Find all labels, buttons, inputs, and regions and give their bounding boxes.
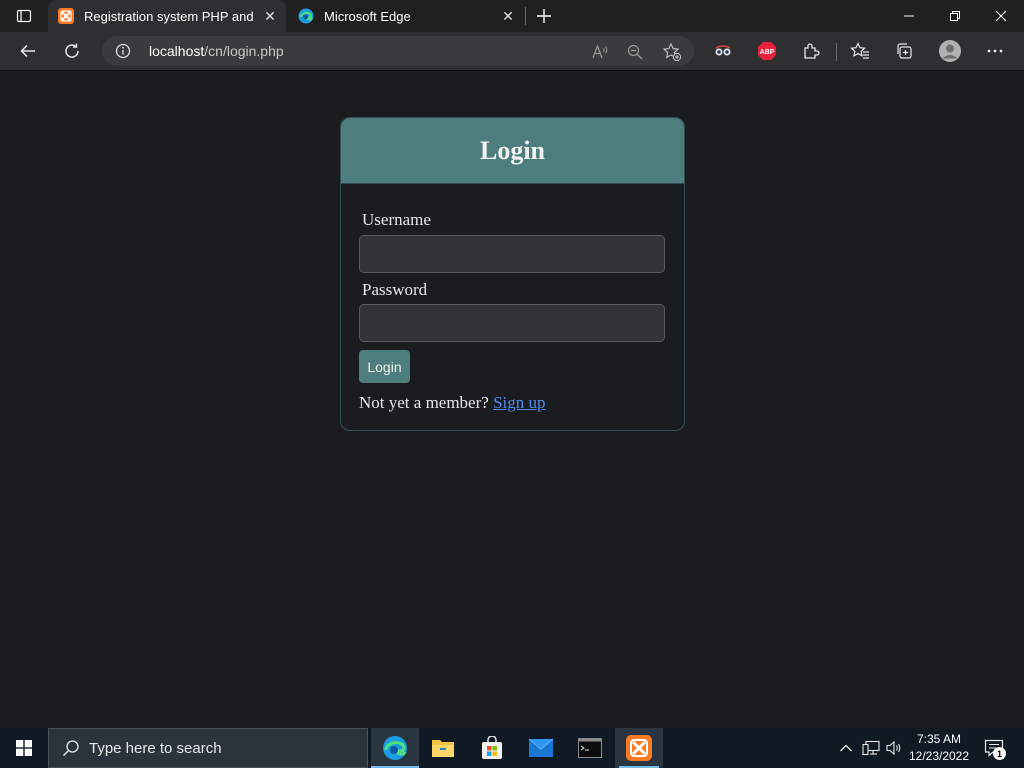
restore-icon[interactable]: [932, 0, 978, 32]
back-icon[interactable]: [12, 35, 44, 67]
url-path: /cn/login.php: [204, 43, 284, 59]
taskbar-terminal[interactable]: [566, 728, 614, 768]
tab-close-icon[interactable]: ✕: [258, 4, 282, 28]
browser-titlebar: Registration system PHP and MySQL ✕ Micr…: [0, 0, 1024, 32]
store-icon: [482, 736, 502, 759]
windows-taskbar: Type here to search 7:35 AM 12/23/2022 1: [0, 728, 1024, 768]
url-text[interactable]: localhost/cn/login.php: [149, 43, 284, 59]
minimize-icon[interactable]: [886, 0, 932, 32]
login-card: Login Username Password Login Not yet a …: [340, 117, 685, 431]
login-card-header: Login: [341, 118, 684, 184]
browser-toolbar: localhost/cn/login.php ABP: [0, 32, 1024, 71]
show-hidden-icons-icon[interactable]: [836, 738, 856, 758]
username-input[interactable]: [359, 235, 665, 273]
notification-count-badge: 1: [993, 747, 1006, 760]
taskbar-search[interactable]: Type here to search: [48, 728, 368, 768]
clock-date: 12/23/2022: [908, 749, 970, 763]
clock-time: 7:35 AM: [916, 732, 962, 746]
add-favorite-icon[interactable]: [661, 41, 683, 63]
more-menu-icon[interactable]: [979, 35, 1011, 67]
signup-prompt: Not yet a member?: [359, 393, 489, 412]
page-content: Login Username Password Login Not yet a …: [0, 71, 1024, 728]
notification-center-icon[interactable]: 1: [980, 736, 1008, 760]
taskbar-store[interactable]: [468, 728, 516, 768]
tab-microsoft-edge[interactable]: Microsoft Edge ✕: [288, 0, 524, 32]
taskbar-clock[interactable]: 7:35 AM 12/23/2022: [906, 731, 972, 765]
extensions-icon[interactable]: [795, 35, 827, 67]
tab-title: Microsoft Edge: [324, 8, 411, 24]
taskbar-mail[interactable]: [517, 728, 565, 768]
network-icon[interactable]: [861, 738, 881, 758]
close-window-icon[interactable]: [978, 0, 1024, 32]
profile-avatar-icon[interactable]: [934, 35, 966, 67]
taskbar-file-explorer[interactable]: [419, 728, 467, 768]
address-bar[interactable]: localhost/cn/login.php: [102, 36, 694, 66]
tab-close-icon[interactable]: ✕: [496, 4, 520, 28]
refresh-icon[interactable]: [56, 35, 88, 67]
start-button[interactable]: [0, 728, 48, 768]
zoom-out-icon[interactable]: [624, 41, 646, 63]
toolbar-separator: [836, 43, 837, 61]
collections-icon[interactable]: [888, 35, 920, 67]
username-label: Username: [362, 210, 431, 229]
tab-registration-system[interactable]: Registration system PHP and MySQL ✕: [48, 0, 286, 32]
abp-label: ABP: [760, 49, 775, 56]
mail-icon: [528, 738, 554, 757]
read-aloud-icon[interactable]: [589, 41, 611, 63]
tab-title: Registration system PHP and MySQL: [84, 8, 258, 24]
file-explorer-icon: [432, 740, 454, 757]
xampp-icon: [58, 8, 74, 24]
terminal-icon: [578, 738, 602, 758]
signup-row: Not yet a member? Sign up: [359, 393, 546, 413]
volume-icon[interactable]: [884, 738, 904, 758]
windows-logo-icon: [16, 740, 32, 756]
password-input[interactable]: [359, 304, 665, 342]
edge-icon: [298, 8, 314, 24]
tab-separator: [525, 7, 526, 25]
taskbar-edge[interactable]: [371, 728, 419, 768]
login-title: Login: [479, 135, 546, 165]
favorites-icon[interactable]: [844, 35, 876, 67]
new-tab-icon[interactable]: [530, 0, 558, 32]
search-icon: [61, 738, 81, 758]
signup-link[interactable]: Sign up: [493, 393, 545, 412]
url-host: localhost: [149, 43, 205, 59]
bookmarklet-icon[interactable]: [707, 35, 739, 67]
search-placeholder: Type here to search: [89, 739, 222, 757]
taskbar-xampp[interactable]: [615, 728, 663, 768]
login-button[interactable]: Login: [359, 350, 410, 383]
xampp-icon: [626, 735, 652, 761]
abp-icon[interactable]: ABP: [751, 35, 783, 67]
tab-actions-icon[interactable]: [8, 0, 40, 32]
password-label: Password: [362, 280, 428, 299]
site-info-icon[interactable]: [114, 42, 132, 60]
edge-icon: [383, 736, 407, 760]
